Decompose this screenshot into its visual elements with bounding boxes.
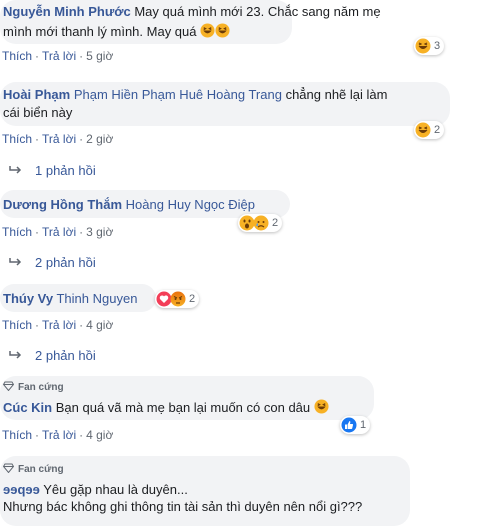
reply-link[interactable]: Trả lời bbox=[42, 49, 76, 63]
comment-time[interactable]: 4 giờ bbox=[86, 318, 113, 332]
comment-line: ɘɘqɘɘ Yêu gặp nhau là duyên... bbox=[3, 482, 188, 497]
tagged-users[interactable]: Thinh Nguyen bbox=[56, 291, 137, 306]
comment-text: May quá mình mới 23. Chắc sang năm mẹ bbox=[134, 4, 381, 19]
comment-text: mình mới thanh lý mình. May quá bbox=[3, 24, 197, 39]
reaction-summary[interactable]: 1 bbox=[340, 416, 371, 434]
badge-label: Fan cứng bbox=[18, 382, 64, 393]
fan-badge: Fan cứng bbox=[2, 381, 64, 394]
diamond-icon bbox=[2, 381, 15, 394]
separator: · bbox=[79, 49, 84, 63]
reaction-summary[interactable]: 2 bbox=[155, 290, 200, 308]
reply-link[interactable]: Trả lời bbox=[42, 318, 76, 332]
like-icon bbox=[341, 417, 357, 433]
comment-actions: Thích · Trả lời · 4 giờ bbox=[2, 318, 113, 332]
badge-label: Fan cứng bbox=[18, 464, 64, 475]
comment-line: mình mới thanh lý mình. May quá bbox=[3, 23, 230, 39]
comment-text: Nhưng bác không ghi thông tin tài sản th… bbox=[3, 499, 363, 514]
tagged-users[interactable]: Phạm Hiền Phạm Huê Hoàng Trang bbox=[74, 87, 282, 102]
comment-author[interactable]: Hoài Phạm bbox=[3, 87, 70, 102]
reaction-summary[interactable]: 3 bbox=[414, 37, 445, 55]
separator: · bbox=[35, 428, 40, 442]
separator: · bbox=[79, 225, 84, 239]
reaction-summary[interactable]: 2 bbox=[238, 214, 283, 232]
comment-author[interactable]: Thúy Vy bbox=[3, 291, 53, 306]
haha-icon bbox=[415, 38, 431, 54]
comment-line: Nhưng bác không ghi thông tin tài sản th… bbox=[3, 499, 362, 514]
comment-line: Dương Hồng Thắm Hoàng Huy Ngọc Điệp bbox=[3, 197, 255, 212]
replies-count[interactable]: 2 phản hồi bbox=[35, 255, 96, 270]
haha-icon bbox=[415, 122, 431, 138]
haha-icon bbox=[314, 399, 329, 414]
reaction-summary[interactable]: 2 bbox=[414, 121, 445, 139]
tagged-users[interactable]: Hoàng Huy Ngọc Điệp bbox=[126, 197, 255, 212]
view-replies-link[interactable]: 2 phản hồi bbox=[9, 348, 96, 363]
separator: · bbox=[35, 318, 40, 332]
view-replies-link[interactable]: 2 phản hồi bbox=[9, 255, 96, 270]
comment-time[interactable]: 3 giờ bbox=[86, 225, 113, 239]
separator: · bbox=[35, 49, 40, 63]
reaction-count: 2 bbox=[272, 217, 279, 229]
diamond-icon bbox=[2, 463, 15, 476]
like-link[interactable]: Thích bbox=[2, 132, 32, 146]
reply-link[interactable]: Trả lời bbox=[42, 428, 76, 442]
separator: · bbox=[35, 132, 40, 146]
like-link[interactable]: Thích bbox=[2, 318, 32, 332]
reply-link[interactable]: Trả lời bbox=[42, 225, 76, 239]
comment-line: cái biển này bbox=[3, 105, 72, 120]
separator: · bbox=[79, 318, 84, 332]
view-replies-link[interactable]: 1 phản hồi bbox=[9, 163, 96, 178]
reaction-count: 2 bbox=[434, 124, 441, 136]
separator: · bbox=[35, 225, 40, 239]
comment-text: cái biển này bbox=[3, 105, 73, 120]
comment-line: Thúy Vy Thinh Nguyen bbox=[3, 291, 137, 306]
angry-icon bbox=[170, 291, 186, 307]
fan-badge: Fan cứng bbox=[2, 463, 64, 476]
comment-author[interactable]: Dương Hồng Thắm bbox=[3, 197, 122, 212]
comment-line: Nguyễn Minh Phước May quá mình mới 23. C… bbox=[3, 4, 381, 19]
comment-actions: Thích · Trả lời · 5 giờ bbox=[2, 49, 113, 63]
like-link[interactable]: Thích bbox=[2, 428, 32, 442]
comment-time[interactable]: 5 giờ bbox=[86, 49, 113, 63]
comment-line: Hoài Phạm Phạm Hiền Phạm Huê Hoàng Trang… bbox=[3, 87, 387, 102]
replies-count[interactable]: 1 phản hồi bbox=[35, 163, 96, 178]
separator: · bbox=[79, 132, 84, 146]
comment-time[interactable]: 2 giờ bbox=[86, 132, 113, 146]
sad-icon bbox=[253, 215, 269, 231]
like-link[interactable]: Thích bbox=[2, 225, 32, 239]
reply-link[interactable]: Trả lời bbox=[42, 132, 76, 146]
comment-actions: Thích · Trả lời · 4 giờ bbox=[2, 428, 113, 442]
comment-time[interactable]: 4 giờ bbox=[86, 428, 113, 442]
comment-text: Yêu gặp nhau là duyên... bbox=[43, 482, 188, 497]
reply-arrow-icon bbox=[9, 348, 23, 363]
comment-author[interactable]: ɘɘqɘɘ bbox=[3, 482, 40, 497]
comment-text: chẳng nhẽ lại làm bbox=[285, 87, 388, 102]
reply-arrow-icon bbox=[9, 163, 23, 178]
reply-arrow-icon bbox=[9, 255, 23, 270]
separator: · bbox=[79, 428, 84, 442]
reaction-count: 1 bbox=[360, 419, 367, 431]
comment-author[interactable]: Nguyễn Minh Phước bbox=[3, 4, 131, 19]
replies-count[interactable]: 2 phản hồi bbox=[35, 348, 96, 363]
comment-actions: Thích · Trả lời · 2 giờ bbox=[2, 132, 113, 146]
comment-actions: Thích · Trả lời · 3 giờ bbox=[2, 225, 113, 239]
like-link[interactable]: Thích bbox=[2, 49, 32, 63]
haha-icon bbox=[215, 23, 230, 38]
reaction-count: 2 bbox=[189, 293, 196, 305]
comment-line: Cúc Kin Bạn quá vã mà mẹ bạn lại muốn có… bbox=[3, 399, 329, 415]
reaction-count: 3 bbox=[434, 40, 441, 52]
comment-author[interactable]: Cúc Kin bbox=[3, 400, 52, 415]
haha-icon bbox=[200, 23, 215, 38]
comment-text: Bạn quá vã mà mẹ bạn lại muốn có con dâu bbox=[55, 400, 311, 415]
